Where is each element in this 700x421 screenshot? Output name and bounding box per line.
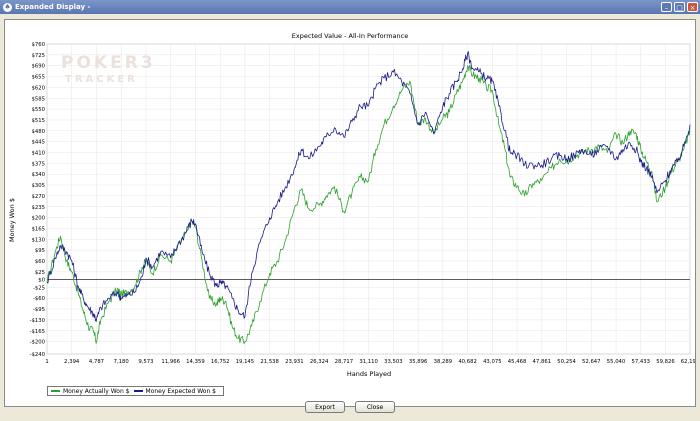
close-button[interactable]: Close <box>355 401 395 413</box>
y-axis-ticks: $760 $725 $690 $655 $620 $585 $550 $515 $480 $445… <box>30 42 46 358</box>
y-tick-label: $305 <box>32 183 45 189</box>
legend-label-actual: Money Actually Won $ <box>63 387 130 395</box>
y-tick-label: $585 <box>32 96 45 102</box>
x-tick-label: 19,145 <box>236 359 255 365</box>
y-tick-label: $95 <box>35 248 45 254</box>
y-tick-label: $550 <box>32 107 46 113</box>
y-tick-label: $25 <box>35 270 45 276</box>
window-title: Expanded Display - <box>15 3 91 11</box>
x-tick-label: 31,110 <box>359 359 378 365</box>
chart-grid <box>46 43 691 355</box>
x-tick-label: 62,193 <box>681 359 695 365</box>
x-tick-label: 45,468 <box>508 359 527 365</box>
minimize-icon[interactable]: – <box>661 2 672 12</box>
chart-title: Expected Value - All-In Performance <box>292 32 408 40</box>
x-tick-label: 14,359 <box>186 359 205 365</box>
y-tick-label: $655 <box>32 75 45 81</box>
y-tick-label: $235 <box>32 205 45 211</box>
pokertracker-logo: POKER3 TRACKER <box>61 53 156 85</box>
legend-swatch-actual <box>51 390 60 392</box>
logo-line2: TRACKER <box>65 74 138 85</box>
x-tick-label: 43,075 <box>483 359 502 365</box>
y-tick-label: $165 <box>32 226 45 232</box>
x-tick-label: 47,861 <box>533 359 552 365</box>
x-tick-label: 52,647 <box>582 359 601 365</box>
x-tick-label: 33,503 <box>384 359 403 365</box>
x-tick-label: 7,180 <box>114 359 130 365</box>
x-tick-label: 23,931 <box>285 359 304 365</box>
y-tick-label: $725 <box>32 53 45 59</box>
y-tick-label: -$60 <box>33 296 46 302</box>
y-tick-label: $340 <box>32 172 46 178</box>
logo-line1: POKER3 <box>61 53 156 73</box>
x-tick-label: 50,254 <box>557 359 576 365</box>
close-icon[interactable]: × <box>687 2 698 12</box>
export-button[interactable]: Export <box>305 401 345 413</box>
y-tick-label: -$130 <box>30 318 46 324</box>
chart-legend: Money Actually Won $ Money Expected Won … <box>47 386 224 396</box>
y-tick-label: $690 <box>32 64 46 70</box>
x-tick-label: 11,966 <box>161 359 180 365</box>
window-client-area: Expected Value - All-In Performance POKE… <box>2 14 699 419</box>
y-tick-label: -$165 <box>30 329 45 335</box>
y-tick-label: -$200 <box>30 340 46 346</box>
y-tick-label: $200 <box>32 216 46 222</box>
y-tick-label: $760 <box>32 42 46 48</box>
y-tick-label: -$95 <box>33 307 45 313</box>
x-tick-label: 9,573 <box>138 359 153 365</box>
dialog-buttons: Export Close <box>0 401 700 417</box>
legend-item-actual: Money Actually Won $ <box>51 388 130 395</box>
x-tick-label: 40,682 <box>458 359 477 365</box>
app-icon: ♠ <box>3 2 12 12</box>
chart-panel: Expected Value - All-In Performance POKE… <box>4 19 699 407</box>
legend-swatch-expected <box>133 390 143 392</box>
x-tick-label: 55,040 <box>607 359 626 365</box>
y-tick-label: -$25 <box>33 285 45 291</box>
y-axis-label: Money Won $ <box>8 198 16 242</box>
x-axis-ticks: 1 2,394 4,787 7,180 9,573 11,966 14,359 16,752 1… <box>45 359 699 365</box>
x-tick-label: 21,538 <box>260 359 279 365</box>
maximize-icon[interactable]: □ <box>674 2 685 12</box>
ev-chart: Expected Value - All-In Performance POKE… <box>8 32 699 378</box>
y-tick-label: $130 <box>32 237 46 243</box>
x-tick-label: 57,433 <box>632 359 651 365</box>
x-tick-label: 1 <box>45 359 48 365</box>
x-tick-label: 28,717 <box>335 359 354 365</box>
y-tick-label: $270 <box>32 194 46 200</box>
y-tick-label: -$240 <box>30 352 46 358</box>
x-tick-label: 16,752 <box>211 359 230 365</box>
y-tick-label: $445 <box>32 140 45 146</box>
window-titlebar: ♠ Expanded Display - – □ × <box>0 0 700 14</box>
x-axis-label: Hands Played <box>347 370 391 378</box>
y-tick-label: $60 <box>35 259 46 265</box>
y-tick-label: $620 <box>32 85 46 91</box>
x-tick-label: 4,787 <box>89 359 104 365</box>
y-tick-label: $515 <box>32 118 45 124</box>
x-tick-label: 26,324 <box>310 359 329 365</box>
y-tick-label: $0 <box>38 278 45 284</box>
x-tick-label: 2,394 <box>64 359 80 365</box>
x-tick-label: 59,826 <box>656 359 675 365</box>
x-tick-label: 35,896 <box>409 359 428 365</box>
y-tick-label: $375 <box>32 161 45 167</box>
x-tick-label: 38,289 <box>434 359 453 365</box>
legend-item-expected: Money Expected Won $ <box>133 387 216 395</box>
legend-label-expected: Money Expected Won $ <box>145 387 216 395</box>
y-tick-label: $410 <box>32 151 46 157</box>
y-tick-label: $480 <box>32 129 46 135</box>
